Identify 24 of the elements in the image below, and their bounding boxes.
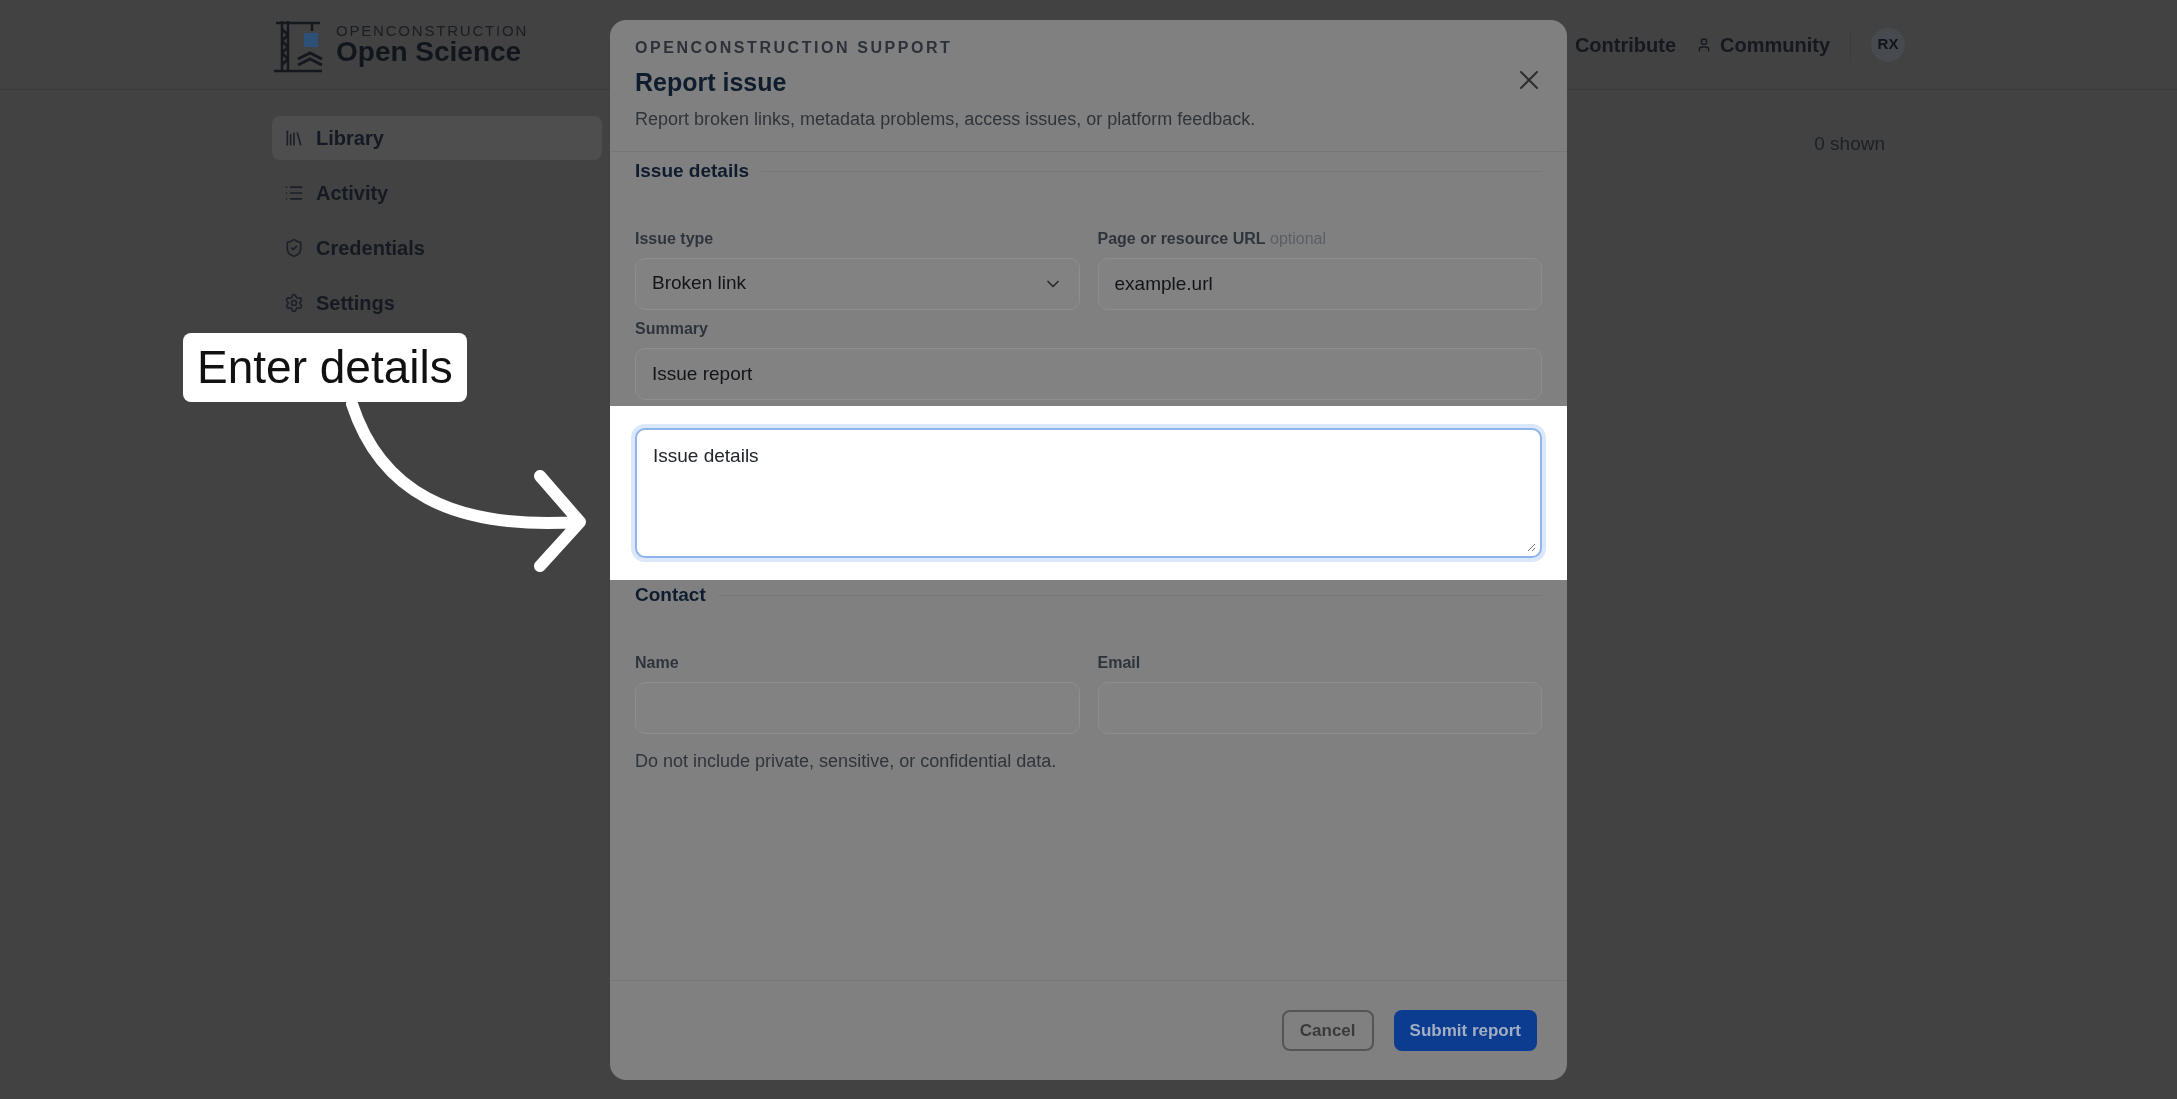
dialog-title: Report issue	[635, 67, 787, 98]
privacy-note: Do not include private, sensitive, or confidential data.	[635, 749, 1058, 773]
callout-label: Enter details	[183, 333, 467, 402]
section-heading: Contact	[635, 583, 706, 608]
list-icon	[284, 183, 304, 203]
dialog-description: Report broken links, metadata problems, access issues, or platform feedback.	[635, 107, 1257, 131]
books-icon	[284, 128, 304, 148]
text-field[interactable]: example.url	[1097, 257, 1542, 310]
field-label: Name	[635, 652, 679, 673]
user-avatar[interactable]: RX	[1871, 27, 1905, 62]
section-heading: Issue details	[635, 159, 750, 184]
submit-button[interactable]: Submit report	[1393, 1010, 1537, 1051]
sidebar-item[interactable]: Library	[272, 116, 602, 160]
shield-check-icon	[284, 238, 304, 258]
text-field[interactable]: Issue report	[635, 347, 1542, 400]
cancel-button[interactable]: Cancel	[1281, 1010, 1374, 1051]
field-label: Summary	[635, 318, 708, 339]
resize-grip-icon	[1526, 541, 1536, 552]
settings-icon	[284, 293, 304, 313]
dialog-eyebrow: OPENCONSTRUCTION SUPPORT	[635, 38, 954, 58]
person-icon	[1696, 36, 1712, 53]
field-label: Issue type	[635, 228, 714, 249]
field-label: Email	[1097, 652, 1141, 673]
issue-type-select[interactable]: Broken link	[635, 257, 1080, 310]
